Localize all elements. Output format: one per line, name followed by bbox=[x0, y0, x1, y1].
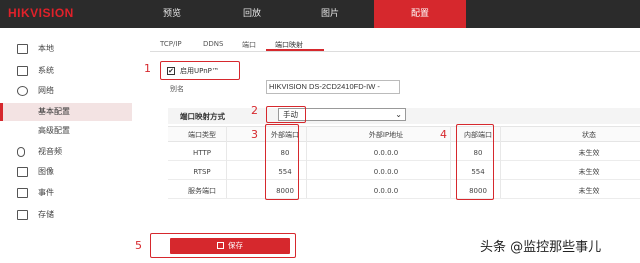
annotation-box-external-port bbox=[265, 124, 299, 200]
alias-label: 别名 bbox=[170, 85, 184, 93]
annotation-number-1: 1 bbox=[144, 62, 151, 75]
column-header-status: 状态 bbox=[582, 131, 596, 139]
save-icon bbox=[217, 242, 224, 249]
annotation-number-3: 3 bbox=[251, 128, 258, 141]
globe-icon bbox=[17, 86, 28, 96]
sidebar-item-basic-settings[interactable]: 基本配置 bbox=[0, 103, 132, 121]
monitor-icon bbox=[17, 44, 28, 54]
sidebar: 本地 系统 网络 基本配置 高级配置 视音频 图像 事件 存储 bbox=[0, 28, 132, 263]
annotation-box-mode bbox=[266, 106, 306, 123]
alias-field[interactable]: HIKVISION DS-2CD2410FD-IW - bbox=[266, 80, 400, 94]
cell-status: 未生效 bbox=[578, 168, 600, 176]
table-row: HTTP 80 0.0.0.0 80 未生效 bbox=[168, 145, 640, 161]
nav-configuration[interactable]: 配置 bbox=[374, 0, 466, 28]
table-divider bbox=[226, 126, 227, 198]
sidebar-item-label: 基本配置 bbox=[38, 107, 70, 116]
sidebar-item-label: 网络 bbox=[38, 86, 54, 95]
storage-icon bbox=[17, 210, 28, 220]
upnp-checkbox[interactable]: ✔ bbox=[167, 67, 175, 75]
mapping-mode-label: 端口映射方式 bbox=[180, 112, 225, 121]
mic-icon bbox=[17, 147, 25, 157]
watermark-text: 头条 @监控那些事儿 bbox=[480, 240, 602, 255]
save-button-label: 保存 bbox=[228, 241, 243, 250]
cell-status: 未生效 bbox=[578, 187, 600, 195]
cell-external-ip: 0.0.0.0 bbox=[373, 149, 399, 157]
sidebar-item-label: 视音频 bbox=[38, 147, 62, 156]
cell-external-ip: 0.0.0.0 bbox=[373, 187, 399, 195]
annotation-number-4: 4 bbox=[440, 128, 447, 141]
sidebar-item-video-audio[interactable]: 视音频 bbox=[0, 143, 132, 161]
tab-port[interactable]: 端口 bbox=[242, 40, 256, 50]
sidebar-item-label: 事件 bbox=[38, 188, 54, 197]
sidebar-item-label: 高级配置 bbox=[38, 126, 70, 135]
table-divider bbox=[500, 126, 501, 198]
top-nav-bar: HIKVISION 预览 回放 图片 配置 bbox=[0, 0, 640, 28]
annotation-number-5: 5 bbox=[135, 239, 142, 252]
tab-ddns[interactable]: DDNS bbox=[203, 40, 223, 48]
table-row: RTSP 554 0.0.0.0 554 未生效 bbox=[168, 164, 640, 180]
nav-picture[interactable]: 图片 bbox=[300, 0, 360, 28]
image-icon bbox=[17, 167, 28, 177]
save-button[interactable]: 保存 bbox=[170, 238, 290, 254]
tab-tcpip[interactable]: TCP/IP bbox=[160, 40, 182, 48]
sidebar-item-label: 本地 bbox=[38, 44, 54, 53]
sidebar-item-network[interactable]: 网络 bbox=[0, 82, 132, 100]
sidebar-item-advanced-settings[interactable]: 高级配置 bbox=[0, 122, 132, 140]
system-icon bbox=[17, 66, 28, 76]
upnp-label: 启用UPnP™ bbox=[180, 67, 219, 75]
chevron-down-icon: ⌄ bbox=[395, 110, 402, 119]
table-divider bbox=[450, 126, 451, 198]
sidebar-item-label: 存储 bbox=[38, 210, 54, 219]
tab-divider bbox=[150, 51, 640, 52]
cell-external-ip: 0.0.0.0 bbox=[373, 168, 399, 176]
sidebar-item-system[interactable]: 系统 bbox=[0, 62, 132, 80]
sidebar-item-local[interactable]: 本地 bbox=[0, 40, 132, 58]
table-divider bbox=[306, 126, 307, 198]
sidebar-item-event[interactable]: 事件 bbox=[0, 184, 132, 202]
table-row: 服务端口 8000 0.0.0.0 8000 未生效 bbox=[168, 183, 640, 199]
selection-indicator bbox=[0, 103, 3, 121]
table-header-row: 端口类型 外部端口 外部IP地址 内部端口 状态 bbox=[168, 126, 640, 142]
calendar-icon bbox=[17, 188, 28, 198]
cell-status: 未生效 bbox=[578, 149, 600, 157]
sidebar-item-label: 系统 bbox=[38, 66, 54, 75]
brand-logo: HIKVISION bbox=[8, 6, 74, 20]
sidebar-item-image[interactable]: 图像 bbox=[0, 163, 132, 181]
annotation-number-2: 2 bbox=[251, 104, 258, 117]
active-tab-underline bbox=[266, 49, 324, 51]
sidebar-item-storage[interactable]: 存储 bbox=[0, 206, 132, 224]
annotation-box-internal-port bbox=[456, 124, 494, 200]
sidebar-item-label: 图像 bbox=[38, 167, 54, 176]
nav-playback[interactable]: 回放 bbox=[222, 0, 282, 28]
column-header-external-ip: 外部IP地址 bbox=[368, 131, 404, 139]
nav-preview[interactable]: 预览 bbox=[142, 0, 202, 28]
